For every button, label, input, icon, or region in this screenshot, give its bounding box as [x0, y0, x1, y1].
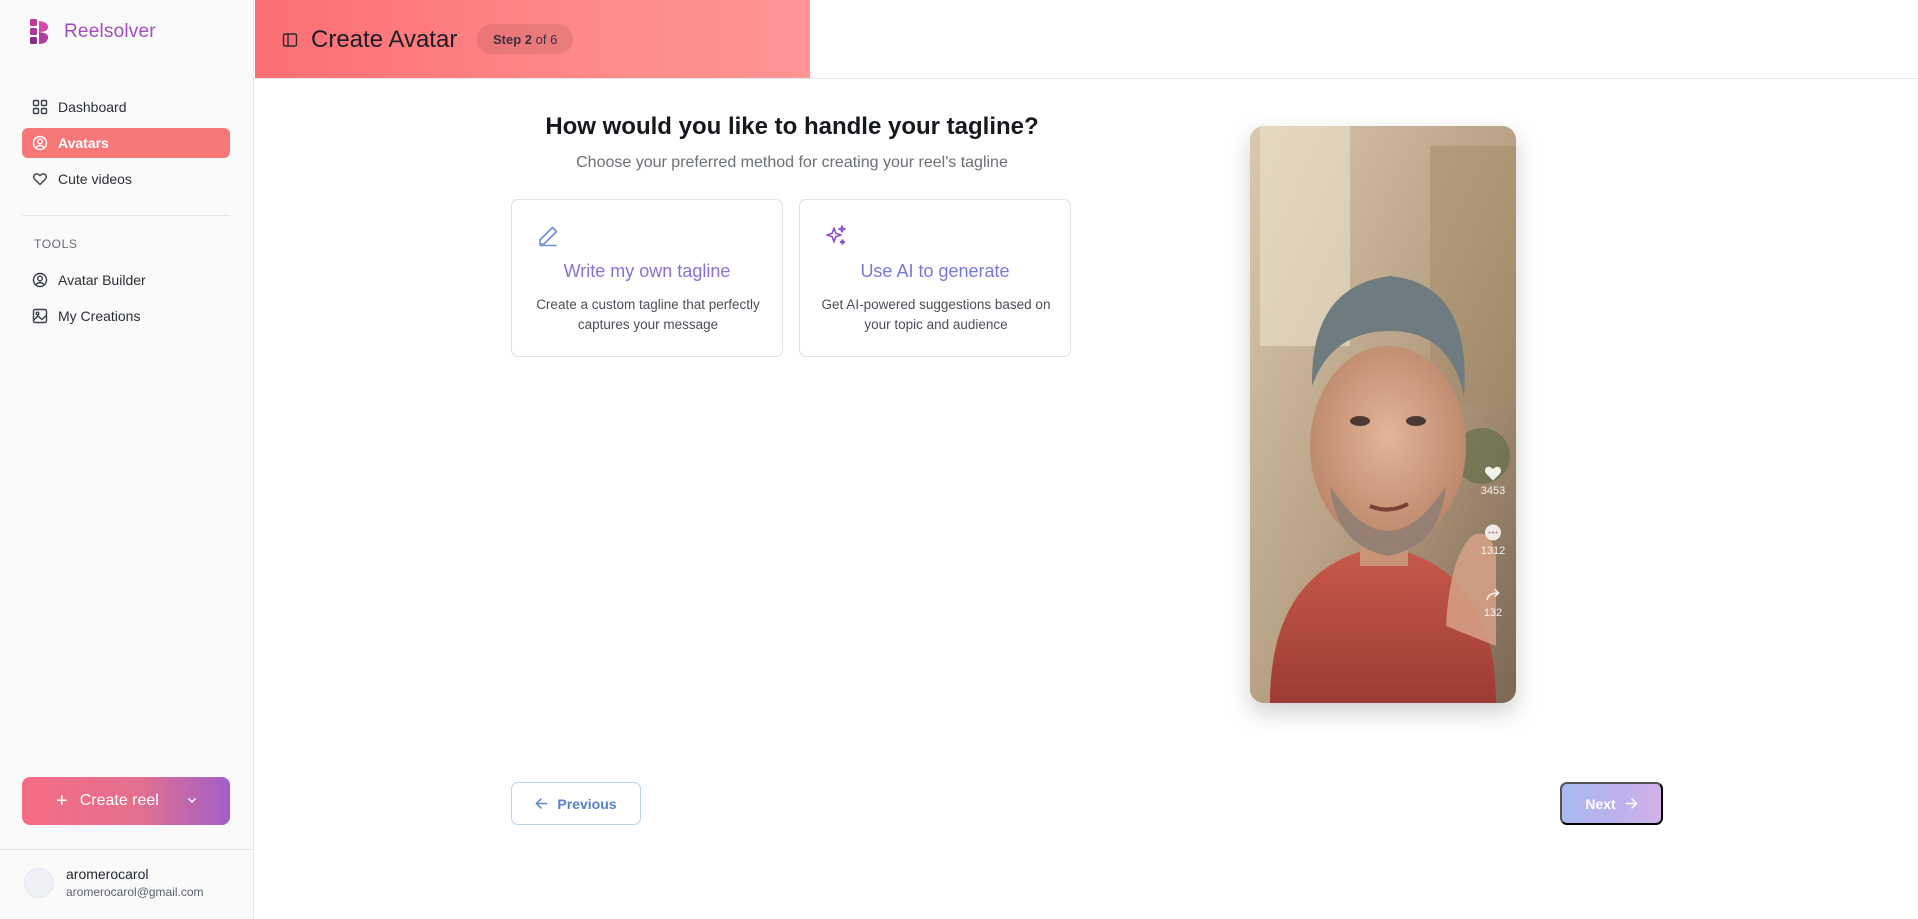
- avatar: [24, 867, 54, 898]
- comments-stat: 1312: [1472, 523, 1514, 557]
- arrow-right-icon: [1625, 798, 1638, 809]
- option-write-own-tagline[interactable]: Write my own tagline Create a custom tag…: [511, 199, 783, 357]
- reelsolver-logo-icon: [30, 19, 49, 44]
- pencil-icon: [539, 226, 558, 247]
- user-profile[interactable]: aromerocarol aromerocarol@gmail.com: [24, 866, 204, 899]
- previous-label: Previous: [557, 795, 617, 812]
- step-total: of 6: [535, 31, 558, 47]
- reel-preview: 3453 1312 132: [1250, 126, 1516, 703]
- divider: [22, 215, 230, 216]
- user-circle-icon: [32, 272, 48, 288]
- nav-label: Cute videos: [58, 171, 132, 187]
- nav-item-dashboard[interactable]: Dashboard: [22, 92, 230, 122]
- step-prefix: Step: [493, 31, 522, 47]
- brand[interactable]: Reelsolver: [28, 18, 156, 46]
- next-button[interactable]: Next: [1560, 782, 1663, 825]
- step-current: 2: [524, 31, 533, 47]
- heart-icon: [1484, 466, 1502, 481]
- comments-count: 1312: [1480, 545, 1506, 557]
- dashboard-icon: [32, 99, 48, 115]
- likes-stat: 3453: [1472, 463, 1514, 497]
- page-title: Create Avatar: [311, 26, 458, 53]
- comment-icon: [1485, 524, 1501, 541]
- tools-nav: Avatar Builder My Creations: [22, 265, 230, 337]
- share-icon: [1486, 588, 1500, 601]
- heart-icon: [33, 173, 47, 186]
- divider: [0, 849, 254, 850]
- option-description: Get AI-powered suggestions based on your…: [821, 297, 1051, 332]
- sparkles-icon: [826, 225, 846, 245]
- user-circle-icon: [32, 135, 48, 151]
- create-reel-label: Create reel: [79, 792, 159, 809]
- user-email: aromerocarol@gmail.com: [66, 885, 204, 899]
- next-label: Next: [1585, 795, 1616, 812]
- option-title: Use AI to generate: [860, 261, 1010, 281]
- previous-button[interactable]: Previous: [511, 782, 641, 825]
- header: Create Avatar Step 2 of 6: [255, 0, 1918, 79]
- sidebar-toggle-icon[interactable]: [282, 32, 298, 48]
- nav-item-cute-videos[interactable]: Cute videos: [22, 164, 230, 194]
- tools-section-title: TOOLS: [34, 237, 78, 251]
- question-heading: How would you like to handle your taglin…: [545, 113, 1039, 140]
- shares-stat: 132: [1472, 585, 1514, 619]
- option-description: Create a custom tagline that perfectly c…: [536, 297, 760, 332]
- shares-count: 132: [1483, 607, 1503, 619]
- step-badge: Step 2 of 6: [477, 24, 574, 54]
- nav-item-avatar-builder[interactable]: Avatar Builder: [22, 265, 230, 295]
- likes-count: 3453: [1480, 485, 1506, 497]
- arrow-left-icon: [535, 798, 548, 809]
- option-use-ai[interactable]: Use AI to generate Get AI-powered sugges…: [799, 199, 1071, 357]
- nav-label: Avatars: [58, 135, 109, 151]
- main-nav: Dashboard Avatars Cute videos: [22, 92, 230, 200]
- nav-label: My Creations: [58, 308, 141, 324]
- image-icon: [32, 308, 48, 324]
- option-title: Write my own tagline: [563, 261, 731, 281]
- app-name: Reelsolver: [64, 21, 156, 42]
- plus-icon: +: [56, 790, 68, 812]
- user-name: aromerocarol: [66, 866, 149, 882]
- create-reel-button[interactable]: + Create reel: [22, 777, 230, 825]
- question-subtitle: Choose your preferred method for creatin…: [576, 154, 1008, 171]
- header-band: Create Avatar Step 2 of 6: [255, 0, 810, 78]
- nav-label: Dashboard: [58, 99, 127, 115]
- chevron-down-icon[interactable]: [186, 794, 198, 806]
- sidebar: Reelsolver Dashboard Avatars Cute videos…: [0, 0, 254, 919]
- nav-label: Avatar Builder: [58, 272, 146, 288]
- nav-item-avatars[interactable]: Avatars: [22, 128, 230, 158]
- nav-item-my-creations[interactable]: My Creations: [22, 301, 230, 331]
